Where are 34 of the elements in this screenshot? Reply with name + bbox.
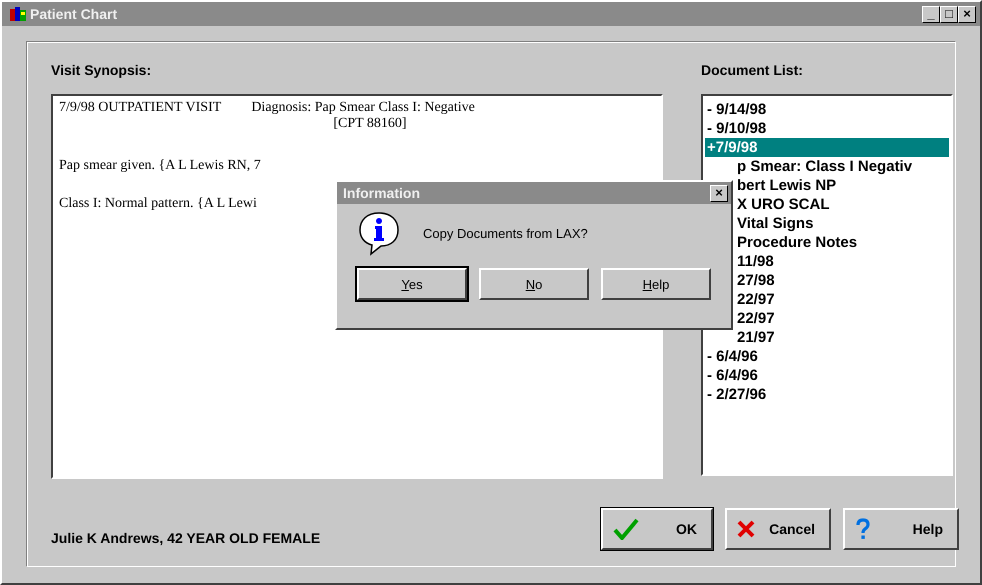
- window-control-button[interactable]: ×: [958, 6, 976, 22]
- document-list-item[interactable]: - 9/14/98: [705, 100, 949, 119]
- window-control-button[interactable]: _: [922, 6, 940, 22]
- document-list-item[interactable]: 21/97: [705, 328, 949, 347]
- dialog-button[interactable]: Help: [601, 268, 711, 300]
- document-list-item[interactable]: - 9/10/98: [705, 119, 949, 138]
- document-list-item[interactable]: - 2/27/96: [705, 385, 949, 404]
- x-icon: [737, 520, 755, 538]
- section-label: Visit Synopsis:: [51, 62, 152, 80]
- app-icon: [10, 7, 26, 21]
- question-mark-icon: [855, 518, 871, 540]
- document-list-item[interactable]: +7/9/98: [705, 138, 949, 157]
- document-list-item[interactable]: - 6/4/96: [705, 347, 949, 366]
- dialog-message: Copy Documents from LAX?: [423, 226, 588, 240]
- checkmark-icon: [613, 518, 639, 540]
- document-list-item[interactable]: - 6/4/96: [705, 366, 949, 385]
- document-list-item[interactable]: p Smear: Class I Negativ: [705, 157, 949, 176]
- section-label: Document List:: [701, 62, 804, 80]
- synopsis-note: Class I: Normal pattern. {A L Lewi: [59, 196, 258, 212]
- window-title: Patient Chart: [30, 6, 118, 22]
- dialog-button[interactable]: No: [479, 268, 589, 300]
- cancel-button[interactable]: Cancel: [725, 508, 831, 550]
- procedure-code: [CPT 88160]: [332, 116, 408, 132]
- dialog-button[interactable]: Yes: [357, 268, 467, 300]
- ok-button[interactable]: OK: [601, 508, 713, 550]
- visit-heading: 7/9/98 OUTPATIENT VISIT: [59, 100, 222, 117]
- close-button[interactable]: ×: [710, 184, 728, 202]
- dialog-title: Information: [343, 185, 420, 201]
- synopsis-note: Pap smear given. {A L Lewis RN, 7: [59, 158, 262, 174]
- patient-info: Julie K Andrews, 42 YEAR OLD FEMALE: [51, 530, 320, 546]
- information-icon: [357, 210, 401, 256]
- diagnosis-text: Diagnosis: Pap Smear Class I: Negative: [251, 100, 475, 116]
- window-control-button[interactable]: □: [940, 6, 958, 22]
- help-button[interactable]: Help: [843, 508, 959, 550]
